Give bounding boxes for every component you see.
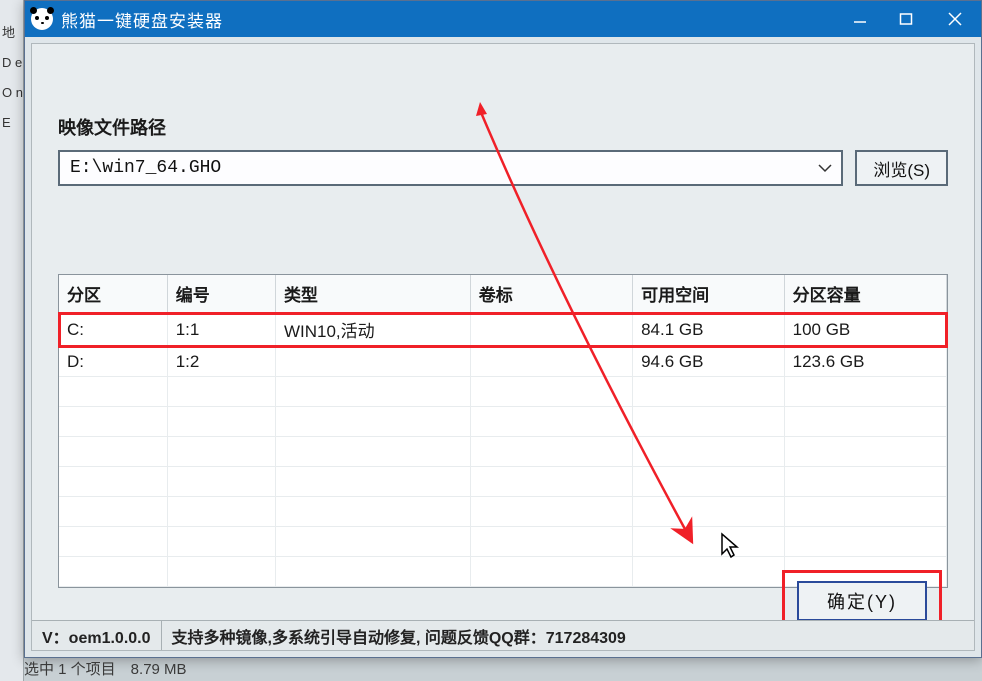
table-row-empty [59,437,947,467]
header-capacity[interactable]: 分区容量 [784,275,946,313]
cell-number: 1:2 [167,347,275,377]
cell-capacity: 100 GB [784,313,946,347]
chevron-down-icon [813,160,837,176]
titlebar: 熊猫一键硬盘安装器 [25,1,981,37]
table-row[interactable]: C:1:1WIN10,活动 84.1 GB100 GB [59,313,947,347]
client-area: 映像文件路径 E:\win7_64.GHO 浏览(S) 分区 编号 类型 [31,43,975,651]
header-number[interactable]: 编号 [167,275,275,313]
window-title: 熊猫一键硬盘安装器 [61,7,837,32]
close-button[interactable] [929,1,981,37]
image-path-section: 映像文件路径 E:\win7_64.GHO 浏览(S) [58,114,948,186]
minimize-button[interactable] [837,1,883,37]
cell-type [275,347,470,377]
confirm-button[interactable]: 确定(Y) [797,581,927,621]
minimize-icon [853,12,867,26]
table-row-empty [59,377,947,407]
close-icon [947,11,963,27]
header-type[interactable]: 类型 [275,275,470,313]
partition-table: 分区 编号 类型 卷标 可用空间 分区容量 C:1:1WIN10,活动 84.1 … [58,274,948,588]
header-label[interactable]: 卷标 [470,275,632,313]
cell-free: 84.1 GB [633,313,785,347]
table-row[interactable]: D:1:2 94.6 GB123.6 GB [59,347,947,377]
cell-label [470,347,632,377]
installer-window: 熊猫一键硬盘安装器 映像文件路径 E:\win7_64.GHO [24,0,982,658]
cell-capacity: 123.6 GB [784,347,946,377]
image-path-combo[interactable]: E:\win7_64.GHO [58,150,843,186]
window-controls [837,1,981,37]
cell-number: 1:1 [167,313,275,347]
image-path-value: E:\win7_64.GHO [70,158,813,178]
cell-type: WIN10,活动 [275,313,470,347]
statusbar: V：oem1.0.0.0 支持多种镜像,多系统引导自动修复, 问题反馈QQ群：7… [32,620,974,650]
image-path-label: 映像文件路径 [58,114,948,140]
header-free[interactable]: 可用空间 [633,275,785,313]
browse-button[interactable]: 浏览(S) [855,150,948,186]
cell-free: 94.6 GB [633,347,785,377]
background-statusbar-fragment: 选中 1 个项目 8.79 MB [24,658,187,679]
table-row-empty [59,497,947,527]
status-info: 支持多种镜像,多系统引导自动修复, 问题反馈QQ群：717284309 [162,624,974,648]
table-row-empty [59,467,947,497]
version-label: V：oem1.0.0.0 [32,621,162,650]
maximize-button[interactable] [883,1,929,37]
header-partition[interactable]: 分区 [59,275,167,313]
table-row-empty [59,527,947,557]
table-header-row: 分区 编号 类型 卷标 可用空间 分区容量 [59,275,947,313]
cell-label [470,313,632,347]
cell-partition: D: [59,347,167,377]
app-icon [31,8,53,30]
cell-partition: C: [59,313,167,347]
table-row-empty [59,407,947,437]
background-window-sliver: 地 D e O n E [0,0,24,681]
maximize-icon [899,12,913,26]
